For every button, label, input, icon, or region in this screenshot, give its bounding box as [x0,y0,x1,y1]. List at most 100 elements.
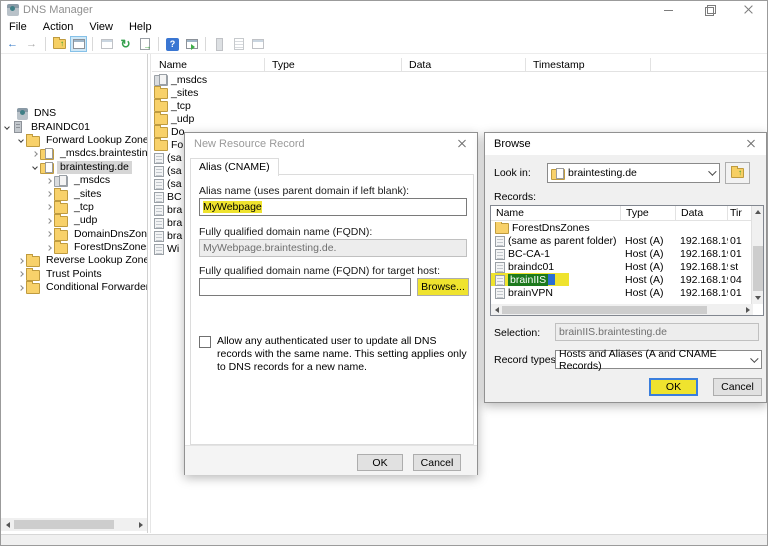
browse-row-braindc01[interactable]: braindc01 Host (A) 192.168.19... st [491,260,763,273]
browse-button[interactable]: Browse... [417,278,469,296]
tree-item-domaindnszones[interactable]: DomainDnsZones [1,227,147,241]
show-console-tree-icon[interactable] [70,36,87,52]
chevron-right-icon[interactable] [16,284,26,291]
scrollbar-thumb[interactable] [753,246,763,291]
zone-gray-icon [54,175,68,188]
browse-row-same-as-parent[interactable]: (same as parent folder) Host (A) 192.168… [491,234,763,247]
column-header-data[interactable]: Data [676,205,728,221]
browse-row-forestdnszones[interactable]: ForestDnsZones [491,221,763,234]
browse-row-bc-ca-1[interactable]: BC-CA-1 Host (A) 192.168.19... 01 [491,247,763,260]
folder-icon [54,200,68,214]
column-header-type[interactable]: Type [621,205,676,221]
tree-item-sites[interactable]: _sites [1,187,147,201]
chevron-right-icon[interactable] [30,151,40,157]
look-in-dropdown[interactable]: braintesting.de [547,163,720,183]
tab-alias-cname[interactable]: Alias (CNAME) [190,158,279,176]
scroll-right-icon[interactable] [134,518,147,531]
chevron-right-icon[interactable] [44,231,54,238]
up-one-level-icon[interactable]: ↑ [51,36,68,52]
cancel-button[interactable]: Cancel [413,454,461,471]
record-types-dropdown[interactable]: Hosts and Aliases (A and CNAME Records) [555,348,762,372]
cancel-button[interactable]: Cancel [713,378,762,396]
target-host-input[interactable] [199,278,411,296]
scroll-left-icon[interactable] [491,304,502,315]
scrollbar-thumb[interactable] [14,520,114,529]
menu-file[interactable]: File [1,21,35,33]
list-item[interactable]: _udp [152,112,767,125]
back-icon[interactable]: ← [4,36,21,52]
minimize-button[interactable] [649,1,689,19]
browse-list-headers: Name Type Data Tir [491,205,763,221]
close-icon[interactable] [447,133,477,155]
tree-item-dns[interactable]: DNS [1,107,147,120]
tree-item-forward-lookup-zones[interactable]: Forward Lookup Zones [1,133,147,147]
menu-action[interactable]: Action [35,21,82,33]
chevron-down-icon[interactable] [16,137,26,144]
menu-help[interactable]: Help [121,21,160,33]
tree-item-braintesting-de[interactable]: braintesting.de [1,160,147,174]
tree-item-msdcs[interactable]: _msdcs [1,174,147,188]
scrollbar-thumb[interactable] [502,305,707,314]
scroll-left-icon[interactable] [1,518,14,531]
tree-horizontal-scrollbar[interactable] [1,518,147,531]
folder-icon [154,86,168,99]
tree-item-forestdnszones[interactable]: ForestDnsZones [1,241,147,255]
related-items-icon[interactable] [249,36,266,52]
help-icon[interactable]: ? [164,36,181,52]
list-item[interactable]: _msdcs [152,73,767,86]
chevron-down-icon[interactable] [2,124,12,130]
tree-item-conditional-forwarders[interactable]: Conditional Forwarders [1,281,147,295]
up-one-level-button[interactable]: ↑ [725,162,750,184]
list-view-icon[interactable] [230,36,247,52]
column-header-timestamp[interactable]: Timestamp [526,58,651,71]
browse-row-brainvpn[interactable]: brainVPN Host (A) 192.168.19... 01 [491,286,763,299]
tree-item-msdcs-braintesting-de[interactable]: _msdcs.braintesting.de [1,147,147,161]
browse-vertical-scrollbar[interactable] [751,206,763,304]
alias-name-input[interactable]: MyWebpage [199,198,467,216]
action-pane-icon[interactable] [183,36,200,52]
tree-item-trust-points[interactable]: Trust Points [1,267,147,281]
chevron-right-icon[interactable] [16,258,26,264]
browse-horizontal-scrollbar[interactable] [491,304,753,315]
list-item[interactable]: _tcp [152,99,767,112]
scroll-right-icon[interactable] [742,304,753,315]
chevron-right-icon[interactable] [44,177,54,184]
folder-icon [495,221,509,234]
server-view-icon[interactable] [211,36,228,52]
column-header-type[interactable]: Type [265,58,402,71]
records-label: Records: [494,191,537,203]
ok-button[interactable]: OK [649,378,698,396]
list-item[interactable]: _sites [152,86,767,99]
column-header-timestamp[interactable]: Tir [728,206,750,221]
tree-item-udp[interactable]: _udp [1,214,147,228]
allow-update-checkbox[interactable] [199,336,211,348]
refresh-icon[interactable]: ↻ [117,36,134,52]
close-button[interactable] [729,1,767,19]
tree-item-tcp[interactable]: _tcp [1,200,147,214]
chevron-right-icon[interactable] [16,271,26,278]
close-icon[interactable] [736,133,766,155]
tree-item-reverse-lookup-zones[interactable]: Reverse Lookup Zones [1,254,147,268]
restore-button[interactable] [689,1,729,19]
export-list-icon[interactable] [136,36,153,52]
browse-row-brainiis-selected[interactable]: brainIIS Host (A) 192.168.19... 04 [491,273,763,286]
column-header-name[interactable]: Name [491,205,621,221]
column-header-data[interactable]: Data [402,58,526,71]
window-icon[interactable] [98,36,115,52]
scroll-up-icon[interactable] [752,206,764,218]
chevron-right-icon[interactable] [44,217,54,224]
chevron-right-icon[interactable] [44,204,54,211]
pane-divider[interactable] [147,54,151,533]
chevron-right-icon[interactable] [44,191,54,197]
chevron-down-icon[interactable] [30,164,40,171]
scroll-down-icon[interactable] [752,292,764,304]
chevron-right-icon[interactable] [44,244,54,251]
record-icon [495,249,505,260]
record-icon [154,166,164,177]
forward-icon[interactable]: → [23,36,40,52]
menu-view[interactable]: View [81,21,121,33]
folder-icon [154,125,168,138]
tree-item-braindc01[interactable]: BRAINDC01 [1,120,147,134]
ok-button[interactable]: OK [357,454,403,471]
column-header-name[interactable]: Name [152,58,265,71]
